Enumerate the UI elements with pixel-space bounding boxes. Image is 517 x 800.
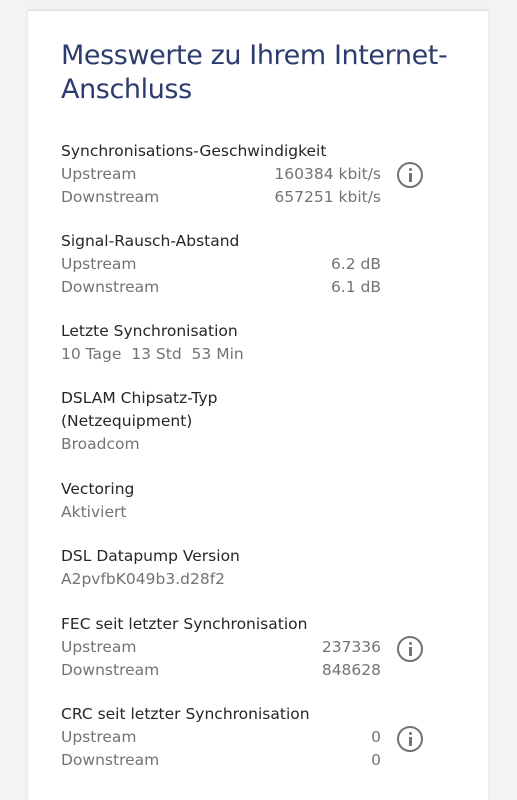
upstream-value: 160384 kbit/s bbox=[274, 165, 381, 183]
section-snr: Signal-Rausch-Abstand Upstream 6.2 dB Do… bbox=[61, 230, 481, 299]
info-icon[interactable] bbox=[397, 726, 423, 752]
section-title: Letzte Synchronisation bbox=[61, 322, 238, 340]
downstream-label: Downstream bbox=[61, 188, 160, 206]
downstream-label: Downstream bbox=[61, 751, 160, 769]
downstream-row: Downstream 848628 bbox=[61, 659, 481, 682]
section-sync-speed: Synchronisations-Geschwindigkeit Upstrea… bbox=[61, 140, 481, 209]
upstream-row: Upstream 6.2 dB bbox=[61, 253, 481, 276]
vectoring-value: Aktiviert bbox=[61, 503, 127, 521]
downstream-label: Downstream bbox=[61, 278, 160, 296]
downstream-label: Downstream bbox=[61, 661, 160, 679]
info-icon[interactable] bbox=[397, 162, 423, 188]
section-title-line2: (Netzequipment) bbox=[61, 412, 193, 430]
downstream-row: Downstream 6.1 dB bbox=[61, 276, 481, 299]
downstream-value: 6.1 dB bbox=[330, 278, 381, 296]
measurements-card: Messwerte zu Ihrem Internet-Anschluss Sy… bbox=[28, 10, 488, 800]
upstream-value: 237336 bbox=[321, 638, 381, 656]
dslam-value: Broadcom bbox=[61, 435, 140, 453]
downstream-row: Downstream 0 bbox=[61, 749, 481, 772]
datapump-row: A2pvfbK049b3.d28f2 bbox=[61, 568, 481, 591]
upstream-value: 6.2 dB bbox=[330, 255, 381, 273]
upstream-label: Upstream bbox=[61, 638, 137, 656]
downstream-value: 848628 bbox=[321, 661, 381, 679]
upstream-label: Upstream bbox=[61, 255, 137, 273]
section-title: Synchronisations-Geschwindigkeit bbox=[61, 142, 327, 160]
page-title: Messwerte zu Ihrem Internet-Anschluss bbox=[61, 40, 448, 105]
upstream-value: 0 bbox=[371, 728, 381, 746]
section-fec: FEC seit letzter Synchronisation Upstrea… bbox=[61, 613, 481, 682]
section-crc: CRC seit letzter Synchronisation Upstrea… bbox=[61, 703, 481, 772]
upstream-label: Upstream bbox=[61, 165, 137, 183]
info-icon[interactable] bbox=[397, 636, 423, 662]
section-title: Signal-Rausch-Abstand bbox=[61, 232, 240, 250]
downstream-value: 657251 kbit/s bbox=[274, 188, 381, 206]
section-title: DSL Datapump Version bbox=[61, 547, 240, 565]
section-datapump: DSL Datapump Version A2pvfbK049b3.d28f2 bbox=[61, 545, 481, 591]
last-sync-row: 10 Tage 13 Std 53 Min bbox=[61, 343, 481, 366]
upstream-label: Upstream bbox=[61, 728, 137, 746]
section-dslam: DSLAM Chipsatz-Typ (Netzequipment) Broad… bbox=[61, 387, 481, 456]
vectoring-row: Aktiviert bbox=[61, 501, 481, 524]
section-vectoring: Vectoring Aktiviert bbox=[61, 478, 481, 524]
downstream-value: 0 bbox=[371, 751, 381, 769]
dslam-row: Broadcom bbox=[61, 433, 481, 456]
section-title: CRC seit letzter Synchronisation bbox=[61, 705, 310, 723]
section-title-line1: DSLAM Chipsatz-Typ bbox=[61, 389, 218, 407]
downstream-row: Downstream 657251 kbit/s bbox=[61, 186, 481, 209]
section-last-sync: Letzte Synchronisation 10 Tage 13 Std 53… bbox=[61, 320, 481, 366]
section-title: Vectoring bbox=[61, 480, 135, 498]
section-title: FEC seit letzter Synchronisation bbox=[61, 615, 308, 633]
last-sync-value: 10 Tage 13 Std 53 Min bbox=[61, 345, 244, 363]
datapump-value: A2pvfbK049b3.d28f2 bbox=[61, 570, 226, 588]
